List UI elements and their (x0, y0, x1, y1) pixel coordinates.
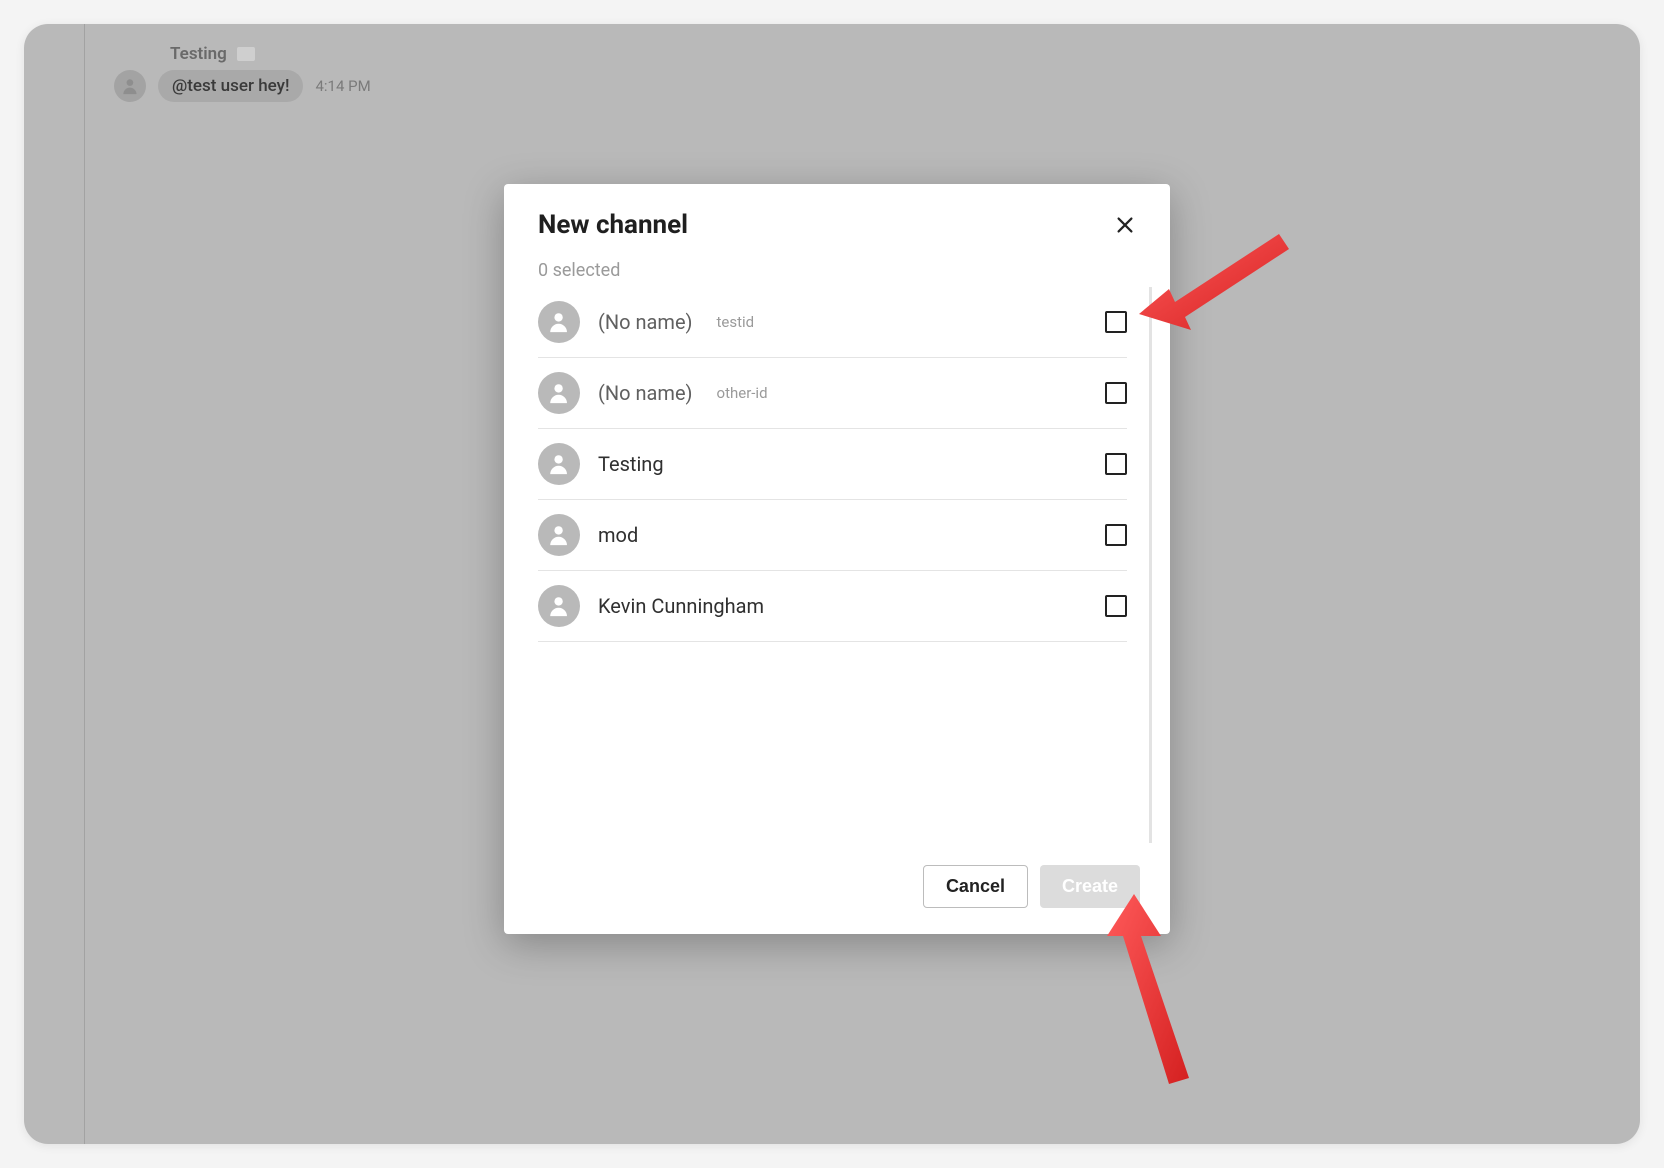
user-avatar (538, 372, 580, 414)
chat-timestamp: 4:14 PM (315, 77, 370, 95)
modal-title: New channel (538, 210, 688, 240)
user-avatar (538, 585, 580, 627)
person-icon (120, 76, 140, 96)
user-avatar (538, 443, 580, 485)
user-checkbox[interactable] (1105, 524, 1127, 546)
user-name: Testing (598, 452, 664, 476)
chat-sender-name: Testing (170, 44, 227, 64)
user-subtext: testid (717, 313, 755, 331)
user-checkbox[interactable] (1105, 595, 1127, 617)
person-icon (546, 380, 571, 405)
user-row[interactable]: Testing (538, 429, 1127, 500)
person-icon (546, 309, 571, 334)
chat-message-block: Testing @test user hey! 4:14 PM (114, 44, 371, 102)
user-checkbox[interactable] (1105, 453, 1127, 475)
user-row[interactable]: mod (538, 500, 1127, 571)
user-name: mod (598, 523, 638, 547)
app-frame: Testing @test user hey! 4:14 PM New chan… (24, 24, 1640, 1144)
cancel-button[interactable]: Cancel (923, 865, 1028, 908)
sender-badge-icon (237, 47, 255, 61)
new-channel-modal: New channel 0 selected (No name)testid(N… (504, 184, 1170, 934)
chat-avatar (114, 70, 146, 102)
user-list[interactable]: (No name) testid (No name) other-id Testing m… (538, 287, 1152, 843)
user-row[interactable]: (No name) other-id (538, 358, 1127, 429)
user-name: (No name) (598, 381, 693, 405)
user-subtext: other-id (717, 384, 768, 402)
close-button[interactable] (1110, 210, 1140, 240)
user-checkbox[interactable] (1105, 382, 1127, 404)
close-icon (1114, 214, 1136, 236)
user-checkbox[interactable] (1105, 311, 1127, 333)
left-gutter-line (84, 24, 85, 1144)
user-row[interactable]: (No name) testid (538, 287, 1127, 358)
person-icon (546, 593, 571, 618)
user-avatar (538, 514, 580, 556)
person-icon (546, 451, 571, 476)
create-button[interactable]: Create (1040, 865, 1140, 908)
user-name: (No name) (598, 310, 693, 334)
chat-message-pill[interactable]: @test user hey! (158, 70, 303, 102)
user-name: Kevin Cunningham (598, 594, 764, 618)
user-avatar (538, 301, 580, 343)
selected-count: 0 selected (504, 254, 1170, 287)
person-icon (546, 522, 571, 547)
user-row[interactable]: Kevin Cunningham (538, 571, 1127, 642)
